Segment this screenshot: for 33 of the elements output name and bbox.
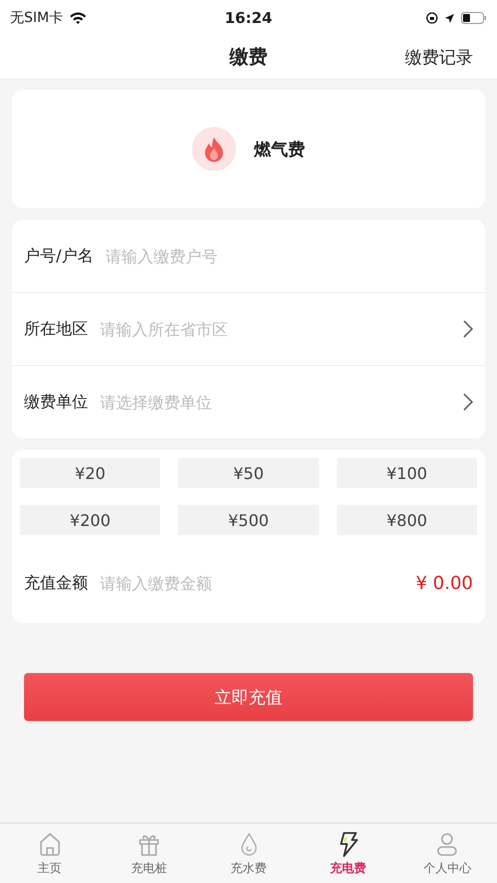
field-label: 所在地区	[24, 318, 88, 340]
field-label: 户号/户名	[24, 246, 94, 266]
amount-option[interactable]: ¥800	[336, 505, 477, 535]
carrier-label: 无SIM卡	[10, 9, 64, 27]
tab[interactable]: 主页	[0, 824, 100, 883]
history-link[interactable]: 缴费记录	[405, 46, 473, 68]
amount-option[interactable]: ¥500	[178, 505, 319, 535]
field-label: 缴费单位	[24, 392, 88, 412]
chevron-right-icon	[463, 320, 473, 338]
tab[interactable]: 充电桩	[99, 824, 199, 883]
tab[interactable]: 充水费	[198, 824, 298, 883]
rotation-lock-icon	[426, 12, 438, 24]
flame-icon	[192, 127, 236, 171]
page-title: 缴费	[230, 45, 268, 70]
tab[interactable]: 充电费	[298, 824, 398, 883]
submit-button[interactable]: 立即充值	[24, 673, 473, 721]
tab[interactable]: 个人中心	[398, 824, 497, 883]
clock: 16:24	[224, 9, 272, 27]
select-field[interactable]: 请输入所在省市区	[100, 320, 451, 338]
service-name: 燃气费	[254, 138, 305, 160]
select-field[interactable]: 请选择缴费单位	[100, 392, 451, 412]
amount-option[interactable]: ¥20	[20, 458, 160, 488]
location-icon	[444, 12, 455, 24]
input-field[interactable]: 请输入缴费金额	[100, 574, 404, 592]
amount-option[interactable]: ¥200	[20, 505, 160, 535]
amount-option[interactable]: ¥50	[178, 458, 319, 488]
amount-option[interactable]: ¥100	[336, 458, 477, 488]
chevron-right-icon	[463, 393, 473, 411]
total-amount: ¥ 0.00	[416, 572, 473, 594]
input-field[interactable]: 请输入缴费户号	[105, 246, 473, 266]
wifi-icon	[69, 11, 88, 25]
field-label: 充值金额	[24, 572, 88, 594]
battery-icon	[461, 12, 487, 24]
